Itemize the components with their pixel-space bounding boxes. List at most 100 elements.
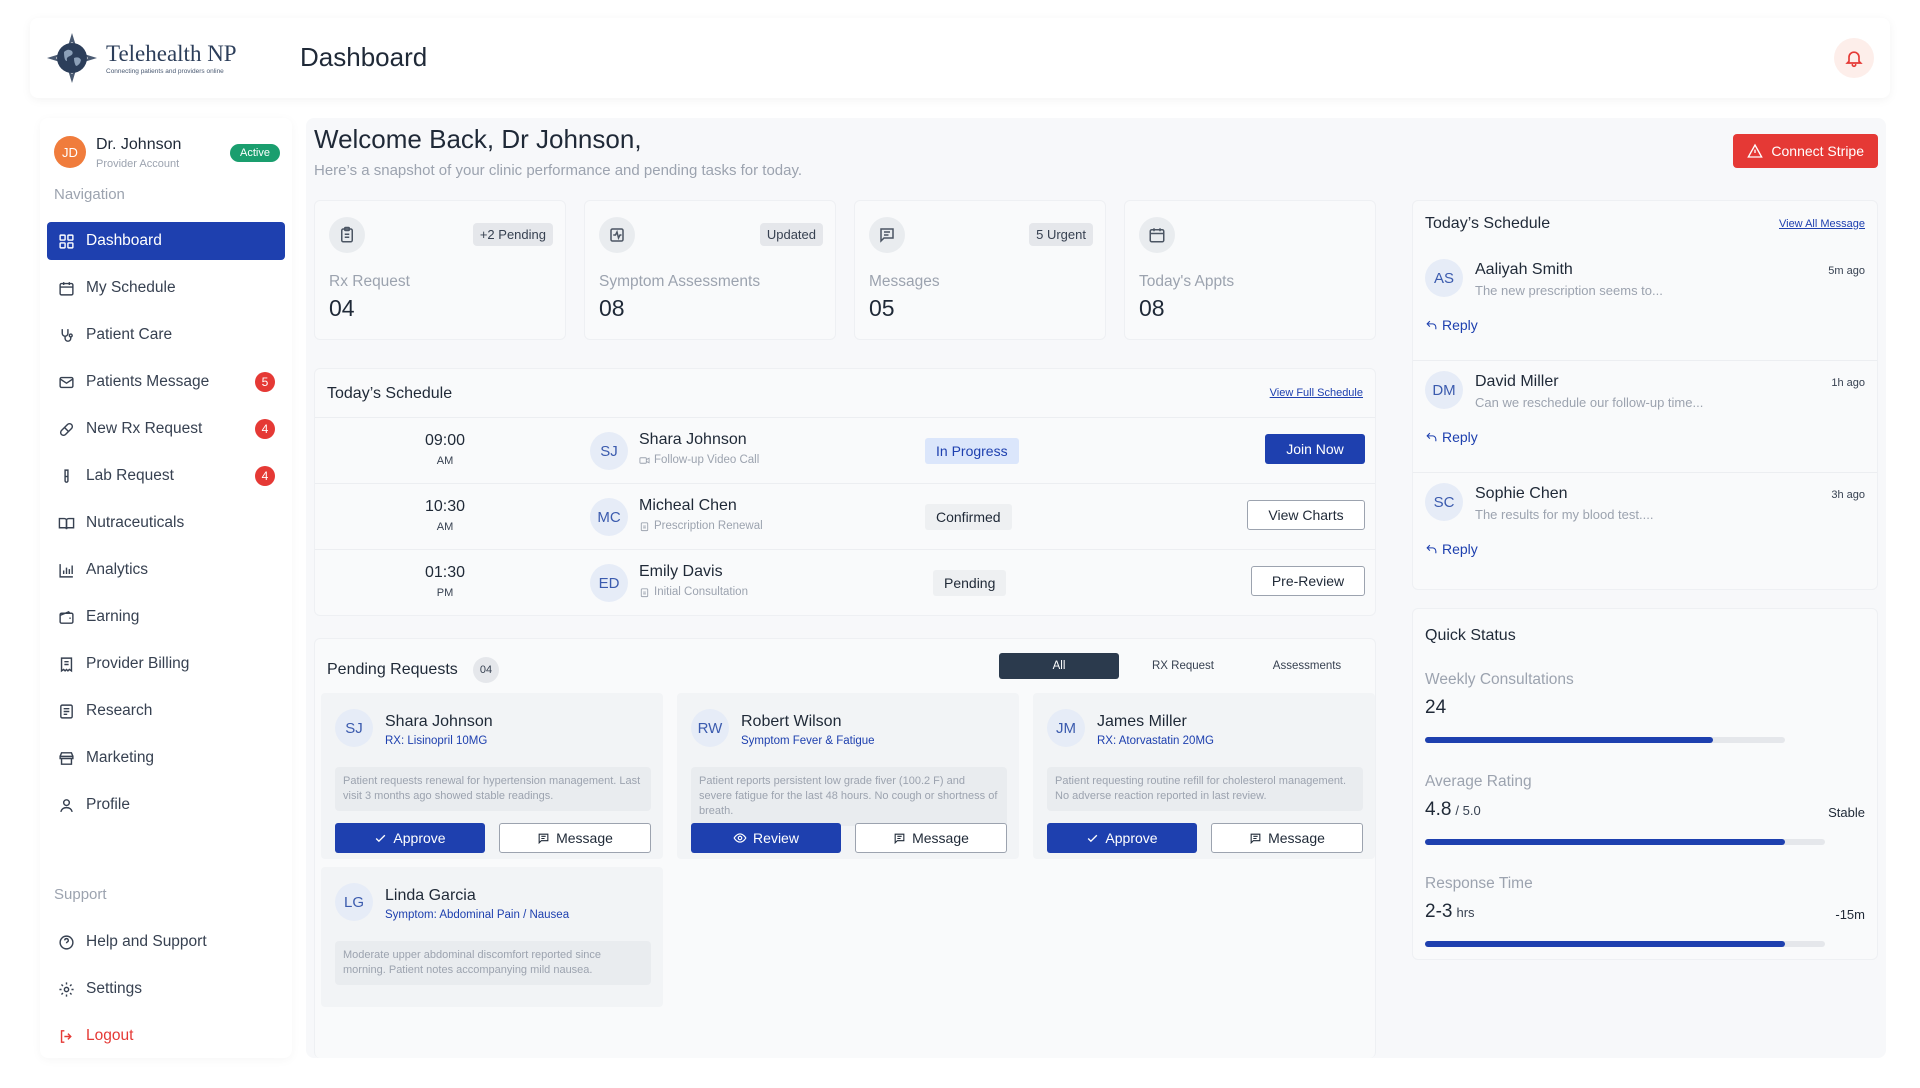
stat-badge: 5 Urgent [1029, 223, 1093, 246]
globe-logo-icon [47, 33, 97, 83]
join-now-button[interactable]: Join Now [1265, 434, 1365, 464]
patient-name: Shara Johnson [639, 431, 747, 448]
stat-badge: +2 Pending [472, 223, 553, 246]
pre-review-button[interactable]: Pre-Review [1251, 566, 1365, 596]
sidebar-item-nutraceuticals[interactable]: Nutraceuticals [47, 504, 285, 542]
logo[interactable]: Telehealth NP Connecting patients and pr… [46, 28, 266, 88]
request-note: Patient requests renewal for hypertensio… [335, 767, 651, 811]
nav-heading: Navigation [54, 186, 125, 203]
stat-label: Symptom Assessments [599, 273, 761, 290]
status-trend: -15m [1835, 907, 1865, 922]
stat-card-symptom-assessments[interactable]: Updated Symptom Assessments 08 [584, 200, 836, 340]
stat-label: Rx Request [329, 273, 410, 290]
logout-icon [57, 1027, 75, 1045]
sidebar-item-label: New Rx Request [86, 420, 203, 437]
appointment-time: 01:30 [424, 564, 466, 581]
stat-card-messages[interactable]: 5 Urgent Messages 05 [854, 200, 1106, 340]
avatar: ED [590, 564, 628, 602]
reply-icon [1426, 320, 1437, 329]
approve-button[interactable]: Approve [335, 823, 485, 853]
sidebar-item-patient-care[interactable]: Patient Care [47, 316, 285, 354]
stat-card-todays-appts[interactable]: Today's Appts 08 [1124, 200, 1376, 340]
stat-value: 04 [329, 295, 355, 321]
tab-assessments[interactable]: Assessments [1247, 653, 1367, 679]
message-button[interactable]: Message [499, 823, 651, 853]
reply-label: Reply [1442, 541, 1478, 557]
message-item[interactable]: SC Sophie Chen The results for my blood … [1413, 473, 1877, 585]
appointment-type-label: Initial Consultation [654, 586, 748, 598]
avatar: LG [335, 883, 373, 921]
stethoscope-icon [57, 326, 75, 344]
view-all-message-link[interactable]: View All Message [1779, 218, 1865, 230]
message-preview: The results for my blood test.... [1475, 507, 1654, 522]
clipboard-icon [640, 521, 649, 531]
review-button[interactable]: Review [691, 823, 841, 853]
status-badge: Confirmed [925, 504, 1012, 530]
message-item[interactable]: DM David Miller Can we reschedule our fo… [1413, 361, 1877, 473]
check-icon [1088, 834, 1098, 842]
status-badge: Active [230, 144, 280, 162]
request-detail: RX: Atorvastatin 20MG [1097, 735, 1214, 747]
profile-role: Provider Account [96, 158, 180, 170]
message-button[interactable]: Message [1211, 823, 1363, 853]
status-number: 24 [1425, 697, 1447, 718]
avatar: MC [590, 498, 628, 536]
tab-rx-request[interactable]: RX Request [1123, 653, 1243, 679]
reply-button[interactable]: Reply [1425, 429, 1478, 445]
book-icon [57, 514, 75, 532]
reply-icon [1426, 432, 1437, 441]
sidebar-item-research[interactable]: Research [47, 692, 285, 730]
message-time: 1h ago [1831, 377, 1865, 389]
sidebar-item-new-rx-request[interactable]: New Rx Request 4 [47, 410, 285, 448]
view-charts-button[interactable]: View Charts [1247, 500, 1365, 530]
avatar: DM [1425, 371, 1463, 409]
sidebar-item-earning[interactable]: Earning [47, 598, 285, 636]
mail-icon [57, 373, 75, 391]
main-content: Welcome Back, Dr Johnson, Here’s a snaps… [306, 118, 1886, 1058]
sidebar-item-label: Patient Care [86, 326, 173, 343]
stat-label: Today's Appts [1139, 273, 1235, 290]
notification-button[interactable] [1834, 38, 1874, 78]
reply-button[interactable]: Reply [1425, 317, 1478, 333]
sidebar-item-provider-billing[interactable]: Provider Billing [47, 645, 285, 683]
pending-requests-title: Pending Requests [327, 661, 458, 678]
support-heading: Support [54, 886, 107, 903]
stat-value: 08 [1139, 295, 1165, 321]
message-item[interactable]: AS Aaliyah Smith The new prescription se… [1413, 249, 1877, 361]
sidebar-item-dashboard[interactable]: Dashboard [47, 222, 285, 260]
sidebar-item-patients-message[interactable]: Patients Message 5 [47, 363, 285, 401]
welcome-subtitle: Here’s a snapshot of your clinic perform… [314, 162, 803, 179]
sidebar-item-help-and-support[interactable]: Help and Support [47, 923, 285, 961]
profile-card[interactable]: JD Dr. Johnson Provider Account Active [54, 128, 280, 172]
sender-name: Sophie Chen [1475, 485, 1568, 502]
patient-name: Robert Wilson [741, 713, 842, 730]
pending-requests-panel: Pending Requests 04 All RX Request Asses… [314, 638, 1376, 1058]
sidebar-item-profile[interactable]: Profile [47, 786, 285, 824]
tab-all[interactable]: All [999, 653, 1119, 679]
schedule-row[interactable]: 10:30 AM MC Micheal Chen Prescription Re… [315, 483, 1375, 549]
view-full-schedule-link[interactable]: View Full Schedule [1270, 387, 1363, 399]
schedule-row[interactable]: 09:00 AM SJ Shara Johnson Follow-up Vide… [315, 417, 1375, 483]
request-note: Patient requesting routine refill for ch… [1047, 767, 1363, 811]
approve-button[interactable]: Approve [1047, 823, 1197, 853]
request-detail: RX: Lisinopril 10MG [385, 735, 488, 747]
status-value: 24 [1425, 697, 1446, 719]
status-trend: Stable [1828, 805, 1865, 820]
sidebar-item-lab-request[interactable]: Lab Request 4 [47, 457, 285, 495]
calendar-icon [1139, 217, 1175, 253]
stat-card-rx-request[interactable]: +2 Pending Rx Request 04 [314, 200, 566, 340]
sidebar-item-settings[interactable]: Settings [47, 970, 285, 1008]
sidebar-item-my-schedule[interactable]: My Schedule [47, 269, 285, 307]
connect-stripe-button[interactable]: Connect Stripe [1733, 134, 1878, 168]
schedule-row[interactable]: 01:30 PM ED Emily Davis Initial Consulta… [315, 549, 1375, 615]
messages-panel: Today’s Schedule View All Message AS Aal… [1412, 200, 1878, 590]
sidebar-item-analytics[interactable]: Analytics [47, 551, 285, 589]
reply-button[interactable]: Reply [1425, 541, 1478, 557]
sidebar-item-marketing[interactable]: Marketing [47, 739, 285, 777]
count-badge: 5 [255, 372, 275, 392]
patient-name: Micheal Chen [639, 497, 737, 514]
progress-fill [1425, 941, 1785, 947]
message-button[interactable]: Message [855, 823, 1007, 853]
sidebar-item-logout[interactable]: Logout [47, 1017, 285, 1055]
sidebar-item-label: Earning [86, 608, 140, 625]
